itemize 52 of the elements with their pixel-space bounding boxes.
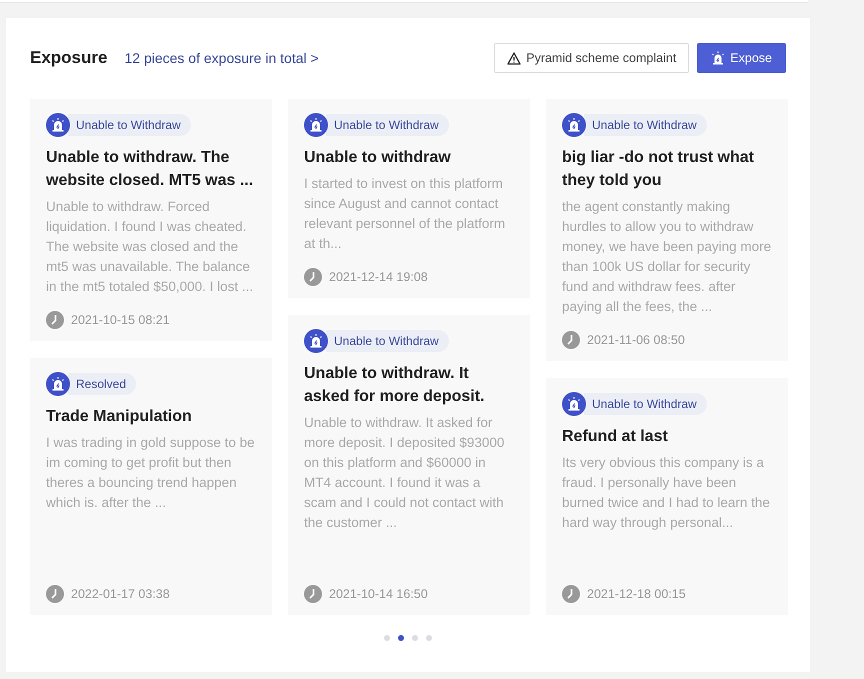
siren-icon: [304, 329, 328, 353]
siren-icon: [711, 51, 726, 65]
card-time: 2021-12-18 00:15: [587, 587, 686, 601]
pagination-dot[interactable]: [426, 635, 432, 641]
category-tag: Unable to Withdraw: [326, 114, 449, 136]
clock-icon: [304, 268, 322, 286]
siren-icon: [304, 113, 328, 137]
section-title: Exposure: [30, 48, 108, 68]
card-title: Unable to withdraw: [304, 148, 452, 168]
pagination-dot[interactable]: [398, 635, 404, 641]
clock-icon: [304, 585, 322, 603]
clock-icon: [46, 585, 64, 603]
exposure-card[interactable]: Unable to Withdraw Unable to withdraw I started to invest on this platform since August and cannot contact relevant personnel of the platform at th... 2021-12-14 19:08: [288, 99, 530, 298]
pagination-dot[interactable]: [412, 635, 418, 641]
category-tag: Unable to Withdraw: [584, 393, 707, 415]
category-tag: Unable to Withdraw: [326, 330, 449, 352]
card-excerpt: Its very obvious this company is a fraud. I personally have been burned twice and I had to learn the hard way through personal...: [562, 454, 771, 532]
exposure-card[interactable]: Unable to Withdraw Refund at last Its very obvious this company is a fraud. I personally have been burned twice and I had to learn the hard way through personal... 2021-12-18 00:15: [546, 378, 788, 615]
card-excerpt: I was trading in gold suppose to be im coming to get profit but then theres a bouncing trend happen which is. after the ...: [46, 434, 256, 512]
category-tag: Resolved: [68, 373, 136, 395]
card-excerpt: I started to invest on this platform since August and cannot contact relevant personnel of the platform at th...: [304, 175, 506, 253]
exposure-card[interactable]: [30, 99, 272, 341]
card-title: big liar -do not trust what they told you: [562, 148, 755, 191]
exposure-card[interactable]: Resolved Trade Manipulation I was trading in gold suppose to be im coming to get profit but then theres a bouncing trend happen which is. after the ... 2022-01-17 03:38: [30, 358, 272, 615]
clock-icon: [562, 331, 580, 349]
warning-icon: [507, 52, 522, 64]
card-title: Refund at last: [562, 427, 669, 447]
card-excerpt: Unable to withdraw. It asked for more deposit. I deposited $93000 on this platform and $60000 in MT4 account. I found it was a scam and I could not contact with the customer ...: [304, 414, 506, 532]
expose-button[interactable]: Expose: [697, 43, 786, 73]
exposure-card[interactable]: [546, 99, 788, 361]
pagination-dot[interactable]: [384, 635, 390, 641]
complaint-button[interactable]: Pyramid scheme complaint: [494, 43, 690, 73]
clock-icon: [562, 585, 580, 603]
siren-icon: [46, 113, 70, 137]
siren-icon: [46, 372, 70, 396]
category-tag: Unable to Withdraw: [68, 114, 191, 136]
card-excerpt: Unable to withdraw. Forced liquidation. I found I was cheated. The website was closed and the mt5 was unavailable. The balance in the mt5 totaled $50,000. I lost ...: [46, 198, 254, 296]
siren-icon: [562, 392, 586, 416]
card-title: Trade Manipulation: [46, 407, 193, 427]
siren-icon: [562, 113, 586, 137]
card-excerpt: the agent constantly making hurdles to allow you to withdraw money, we have been paying more than 100k US dollar for security fund and withdraw fees. after paying all the fees, the ...: [562, 198, 772, 316]
category-tag: Unable to Withdraw: [584, 114, 707, 136]
card-time: 2021-10-14 16:50: [329, 587, 428, 601]
exposure-card[interactable]: [288, 315, 530, 615]
total-link[interactable]: 12 pieces of exposure in total >: [124, 50, 319, 66]
card-time: 2021-10-15 08:21: [71, 313, 170, 327]
card-title: Unable to withdraw. The website closed. MT5 was ...: [46, 148, 254, 191]
card-time: 2021-11-06 08:50: [587, 333, 685, 347]
card-time: 2022-01-17 03:38: [71, 587, 170, 601]
clock-icon: [46, 311, 64, 329]
card-title: Unable to withdraw. It asked for more deposit.: [304, 364, 486, 407]
card-time: 2021-12-14 19:08: [329, 270, 428, 284]
